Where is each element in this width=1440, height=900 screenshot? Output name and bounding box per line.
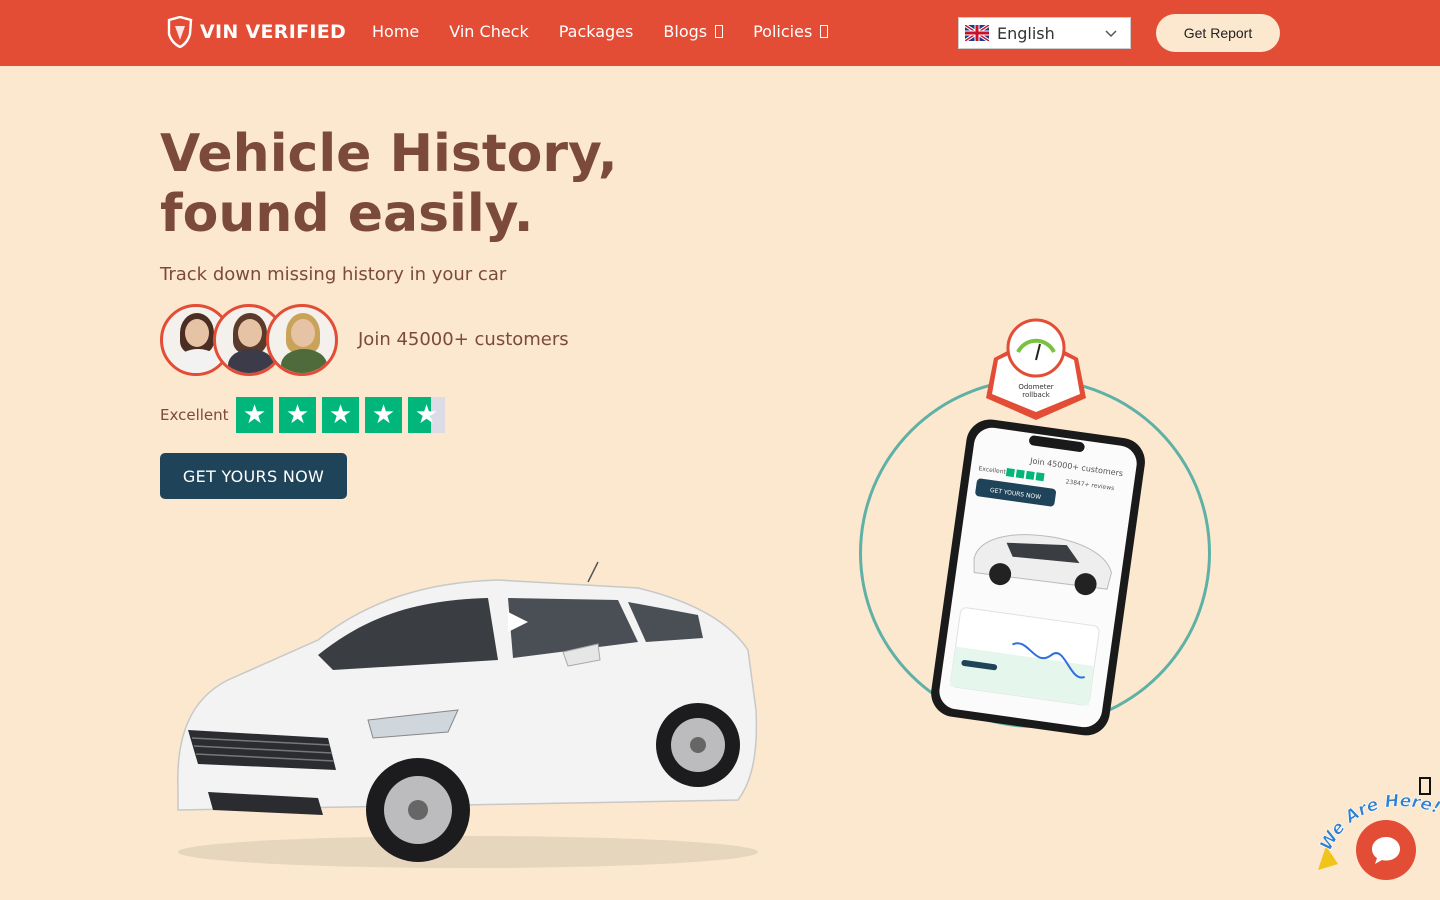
nav-home-label: Home xyxy=(372,22,420,41)
language-select[interactable]: English xyxy=(958,17,1131,49)
top-navbar: VIN VERIFIED Home Vin Check Packages Blo… xyxy=(0,0,1440,66)
avatar xyxy=(266,304,338,376)
half-star-icon: ★ xyxy=(408,397,445,433)
chevron-down-icon xyxy=(1105,30,1117,38)
nav-vin-check-label: Vin Check xyxy=(449,22,529,41)
hero-title: Vehicle History, found easily. xyxy=(160,124,720,244)
phone-mockup-image: Odometer rollback Join 45000+ customers … xyxy=(931,318,1145,736)
nav-packages-label: Packages xyxy=(558,22,634,41)
badge-text-line1: Odometer xyxy=(1018,383,1053,391)
nav-blogs[interactable]: Blogs xyxy=(663,22,724,41)
shield-logo-icon xyxy=(167,16,193,48)
language-value: English xyxy=(997,23,1055,43)
dropdown-caret-icon xyxy=(820,25,829,38)
badge-text-line2: rollback xyxy=(1022,391,1050,399)
hero-title-line1: Vehicle History, xyxy=(160,124,618,184)
get-report-button[interactable]: Get Report xyxy=(1156,14,1280,52)
get-yours-now-button[interactable]: GET YOURS NOW xyxy=(160,453,347,499)
star-icon: ★ xyxy=(236,397,273,433)
open-chat-button[interactable] xyxy=(1356,820,1416,880)
uk-flag-icon xyxy=(965,25,989,41)
dropdown-caret-icon xyxy=(715,25,724,38)
brand-name: VIN VERIFIED xyxy=(200,21,347,43)
star-icon: ★ xyxy=(365,397,402,433)
nav-home[interactable]: Home xyxy=(372,22,419,41)
nav-policies[interactable]: Policies xyxy=(753,22,829,41)
rating-label: Excellent xyxy=(160,406,229,424)
car-image xyxy=(177,561,758,868)
main-nav: Home Vin Check Packages Blogs Policies xyxy=(372,22,829,41)
customer-avatars xyxy=(160,304,340,376)
nav-policies-label: Policies xyxy=(753,22,813,41)
chat-bubble-icon xyxy=(1372,837,1400,864)
star-icon: ★ xyxy=(279,397,316,433)
trustpilot-stars: ★ ★ ★ ★ ★ xyxy=(236,397,445,433)
nav-blogs-label: Blogs xyxy=(663,22,708,41)
hero-title-line2: found easily. xyxy=(160,184,534,244)
customer-count: Join 45000+ customers xyxy=(358,329,569,350)
nav-packages[interactable]: Packages xyxy=(559,22,634,41)
nav-vin-check[interactable]: Vin Check xyxy=(449,22,528,41)
star-icon: ★ xyxy=(322,397,359,433)
hero-subtitle: Track down missing history in your car xyxy=(160,264,507,285)
brand-logo[interactable]: VIN VERIFIED xyxy=(166,16,346,48)
